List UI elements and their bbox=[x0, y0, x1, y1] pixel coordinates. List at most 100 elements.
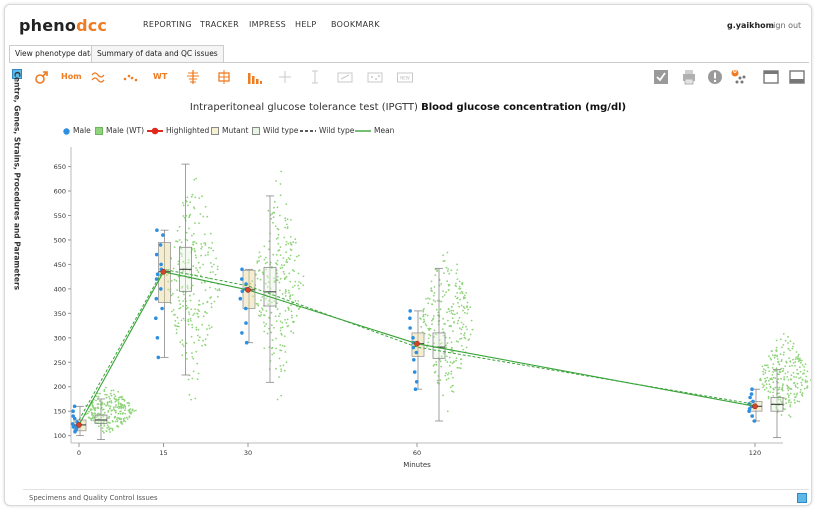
alert-icon[interactable] bbox=[707, 69, 723, 85]
wildtype-point bbox=[195, 242, 198, 245]
new-icon[interactable]: NEW bbox=[397, 69, 413, 85]
distribution-icon[interactable] bbox=[185, 69, 201, 85]
wildtype-point bbox=[198, 299, 201, 302]
crosshair-icon[interactable] bbox=[277, 69, 293, 85]
wildtype-point bbox=[781, 386, 784, 389]
wildtype-point bbox=[797, 353, 800, 356]
wildtype-point bbox=[763, 388, 766, 391]
wildtype-point bbox=[279, 183, 282, 185]
wildtype-point bbox=[176, 316, 179, 319]
nav-help[interactable]: HELP bbox=[295, 20, 317, 29]
nav-reporting[interactable]: REPORTING bbox=[143, 20, 192, 29]
mutant-point bbox=[244, 321, 248, 325]
wildtype-point bbox=[261, 271, 264, 274]
wildtype-point bbox=[112, 420, 114, 423]
wildtype-point bbox=[110, 392, 112, 395]
sign-out-link[interactable]: sign out bbox=[769, 21, 801, 30]
wildtype-point bbox=[175, 325, 177, 327]
tab-view-phenotype-data[interactable]: View phenotype data bbox=[9, 45, 101, 62]
scatter-icon[interactable] bbox=[123, 69, 139, 85]
wildtype-point bbox=[128, 402, 131, 405]
wildtype-point bbox=[458, 327, 461, 330]
user-name[interactable]: g.yaikhom bbox=[727, 21, 774, 30]
check-icon[interactable] bbox=[653, 69, 669, 85]
wildtype-point bbox=[259, 315, 261, 317]
wildtype-point bbox=[285, 322, 288, 324]
wildtype-point bbox=[786, 376, 789, 378]
wildtype-point bbox=[114, 409, 116, 412]
wildtype-point bbox=[772, 354, 774, 357]
nav-tracker[interactable]: TRACKER bbox=[200, 20, 239, 29]
wildtype-point bbox=[783, 351, 785, 354]
logo[interactable]: phenodcc bbox=[19, 16, 107, 35]
wildtype-point bbox=[467, 308, 469, 311]
wildtype-point bbox=[276, 206, 279, 209]
wildtype-point bbox=[258, 260, 260, 262]
wildtype-point bbox=[280, 264, 283, 266]
wildtype-point bbox=[266, 332, 269, 335]
wildtype-point bbox=[117, 402, 120, 405]
y-tick-label: 500 bbox=[54, 236, 66, 244]
wildtype-point bbox=[288, 291, 291, 294]
wildtype-point bbox=[284, 351, 287, 353]
window-icon[interactable] bbox=[763, 69, 779, 85]
expand-panel-button[interactable] bbox=[797, 493, 807, 503]
overlay-icon[interactable] bbox=[367, 69, 383, 85]
legend-wild-type-line[interactable]: Wild type bbox=[300, 126, 354, 135]
wildtype-point bbox=[792, 371, 795, 374]
wildtype-point bbox=[295, 255, 298, 258]
bar-chart-icon[interactable] bbox=[247, 69, 263, 85]
wildtype-point bbox=[800, 381, 803, 384]
wildtype-point bbox=[197, 303, 200, 306]
wildtype-point bbox=[289, 297, 291, 300]
wt-toggle[interactable]: WT bbox=[153, 72, 167, 81]
wildtype-point bbox=[777, 361, 780, 364]
tab-summary-qc[interactable]: Summary of data and QC issues bbox=[91, 45, 224, 62]
nav-impress[interactable]: IMPRESS bbox=[249, 20, 286, 29]
wildtype-point bbox=[796, 372, 799, 375]
wildtype-point bbox=[469, 306, 472, 308]
wildtype-point bbox=[793, 381, 796, 384]
mean-marker bbox=[414, 340, 420, 347]
wildtype-point bbox=[111, 429, 114, 432]
print-icon[interactable] bbox=[681, 69, 697, 85]
legend-wild-type-box[interactable]: Wild type bbox=[252, 126, 298, 135]
wildtype-point bbox=[101, 430, 104, 433]
wildtype-point bbox=[797, 360, 800, 363]
wildtype-point bbox=[187, 323, 190, 326]
wildtype-point bbox=[795, 351, 798, 353]
legend-mutant[interactable]: Mutant bbox=[211, 126, 248, 135]
wildtype-point bbox=[449, 361, 452, 364]
legend-male[interactable]: Male bbox=[63, 126, 91, 135]
wildtype-point bbox=[787, 396, 790, 398]
specimens-qc-panel-title[interactable]: Specimens and Quality Control Issues bbox=[29, 494, 158, 502]
scale-icon[interactable] bbox=[337, 69, 353, 85]
wildtype-point bbox=[285, 203, 288, 205]
wildtype-point bbox=[193, 250, 196, 252]
legend-male-wt[interactable]: Male (WT) bbox=[95, 126, 144, 135]
wildtype-point bbox=[106, 427, 109, 429]
hom-toggle[interactable]: Hom bbox=[61, 72, 82, 81]
wildtype-point bbox=[186, 358, 188, 360]
error-bar-icon[interactable] bbox=[307, 69, 323, 85]
wildtype-point bbox=[783, 376, 786, 378]
wildtype-point bbox=[789, 405, 792, 408]
wildtype-point bbox=[292, 241, 295, 244]
wildtype-point bbox=[763, 368, 765, 370]
wildtype-point bbox=[170, 280, 173, 282]
legend-mean[interactable]: Mean bbox=[355, 126, 394, 135]
male-icon[interactable] bbox=[33, 69, 49, 85]
wildtype-point bbox=[193, 241, 196, 243]
glucose-plot[interactable]: 100 150 200 250 300 350 400 450 500 550 600 650 0 15 3… bbox=[5, 145, 811, 475]
wildtype-point bbox=[272, 216, 275, 219]
wildtype-point bbox=[285, 361, 288, 363]
box-plot-icon[interactable] bbox=[216, 69, 232, 85]
wildtype-point bbox=[202, 263, 205, 266]
line-plot-icon[interactable] bbox=[91, 69, 107, 85]
wildtype-point bbox=[772, 371, 774, 373]
panel-icon[interactable] bbox=[789, 69, 805, 85]
wildtype-point bbox=[107, 416, 110, 419]
legend-highlighted[interactable]: Highlighted bbox=[147, 126, 209, 135]
nav-bookmark[interactable]: BOOKMARK bbox=[331, 20, 380, 29]
wildtype-point bbox=[121, 406, 123, 409]
